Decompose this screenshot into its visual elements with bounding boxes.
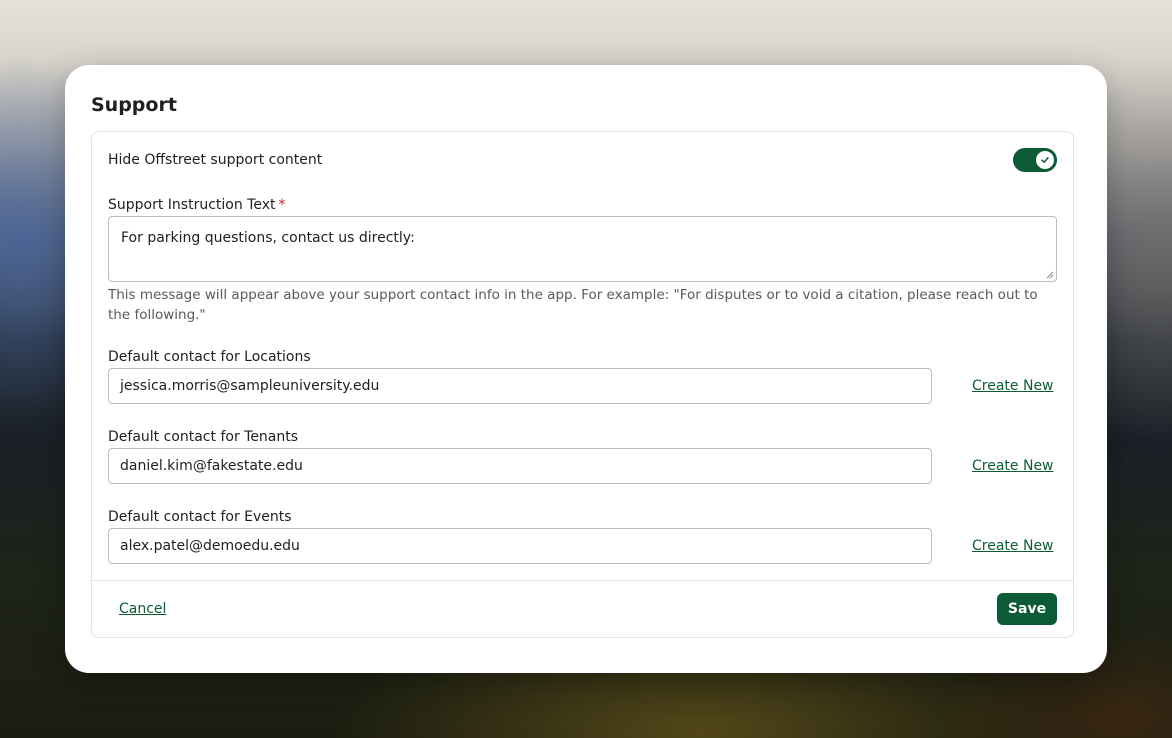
tenants-contact-label: Default contact for Tenants bbox=[108, 429, 299, 445]
locations-contact-label: Default contact for Locations bbox=[108, 349, 311, 365]
support-modal: Support Hide Offstreet support content S… bbox=[65, 65, 1107, 673]
support-settings-card: Hide Offstreet support content Support I… bbox=[91, 131, 1074, 638]
footer-divider bbox=[92, 580, 1073, 581]
hide-support-content-label: Hide Offstreet support content bbox=[108, 152, 323, 168]
hide-support-content-toggle[interactable] bbox=[1013, 148, 1057, 172]
create-new-locations-link[interactable]: Create New bbox=[972, 377, 1054, 395]
tenants-contact-input[interactable]: daniel.kim@fakestate.edu bbox=[108, 448, 932, 484]
instruction-textarea[interactable]: For parking questions, contact us direct… bbox=[108, 216, 1057, 282]
locations-contact-input[interactable]: jessica.morris@sampleuniversity.edu bbox=[108, 368, 932, 404]
instruction-text-label: Support Instruction Text * bbox=[108, 196, 286, 214]
save-button[interactable]: Save bbox=[997, 593, 1057, 625]
events-contact-label: Default contact for Events bbox=[108, 509, 292, 525]
required-marker: * bbox=[278, 197, 286, 213]
check-icon bbox=[1041, 157, 1049, 163]
instruction-text-label-text: Support Instruction Text bbox=[108, 197, 276, 213]
toggle-knob bbox=[1036, 151, 1054, 169]
create-new-events-link[interactable]: Create New bbox=[972, 537, 1054, 555]
modal-title: Support bbox=[91, 94, 177, 116]
events-contact-input[interactable]: alex.patel@demoedu.edu bbox=[108, 528, 932, 564]
resize-handle-icon[interactable] bbox=[1046, 271, 1054, 279]
instruction-textarea-value: For parking questions, contact us direct… bbox=[121, 230, 415, 246]
cancel-button[interactable]: Cancel bbox=[119, 600, 166, 618]
create-new-tenants-link[interactable]: Create New bbox=[972, 457, 1054, 475]
instruction-helper-text: This message will appear above your supp… bbox=[108, 287, 1038, 323]
